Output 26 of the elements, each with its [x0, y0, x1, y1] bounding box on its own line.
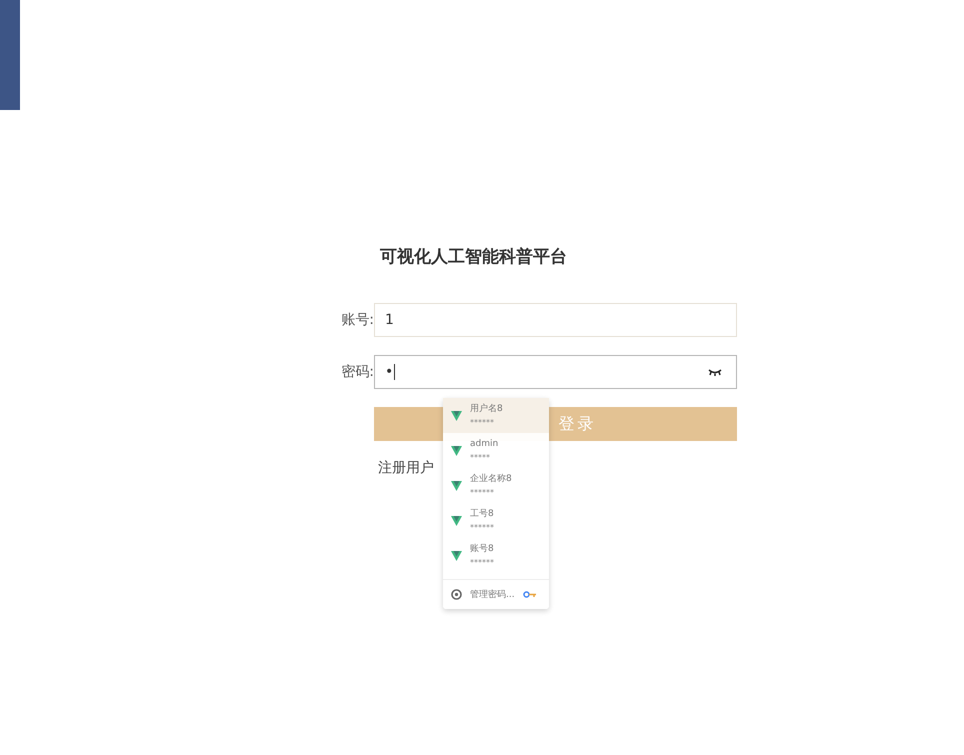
input-field[interactable]: 1: [374, 303, 737, 337]
page-title: 可视化人工智能科普平台: [380, 246, 568, 268]
password-mask: ******: [470, 416, 495, 428]
username-text: 企业名称8: [470, 472, 512, 486]
saved-login-item[interactable]: 企业名称8 ******: [443, 468, 549, 503]
triangle-icon: [451, 480, 462, 490]
saved-login-item[interactable]: 用户名8 ******: [443, 398, 549, 433]
saved-login-item[interactable]: 工号8 ******: [443, 503, 549, 538]
saved-login-item[interactable]: 账号8 ******: [443, 538, 549, 573]
username-text: 工号8: [470, 508, 494, 520]
username-text: 账号8: [470, 542, 494, 556]
password-mask: *****: [470, 452, 491, 464]
field-label: 账号:: [340, 311, 374, 329]
browser-icon: [451, 589, 462, 600]
triangle-icon: [451, 446, 462, 456]
triangle-icon: [451, 410, 462, 420]
key-icon: [522, 591, 537, 598]
triangle-icon: [451, 516, 462, 526]
register-link[interactable]: 注册用户: [378, 459, 434, 477]
password-mask: ******: [470, 486, 495, 498]
field-label: 密码:: [340, 363, 374, 381]
triangle-icon: [451, 550, 462, 560]
manage-passwords-link[interactable]: 管理密码...: [470, 588, 515, 601]
password-mask: ******: [470, 556, 494, 568]
eye-closed-icon[interactable]: [708, 368, 722, 376]
password-mask: ******: [470, 522, 494, 534]
